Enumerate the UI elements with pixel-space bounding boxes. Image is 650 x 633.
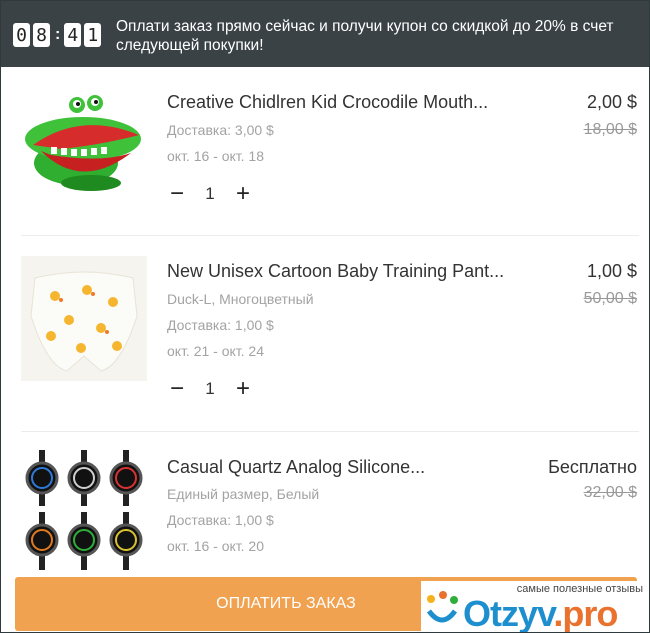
delivery-dates: окт. 21 - окт. 24	[167, 343, 265, 359]
cart-item[interactable]: Casual Quartz Analog Silicone... Бесплат…	[1, 432, 649, 577]
shipping-cost: Доставка: 3,00 $	[167, 122, 274, 138]
quantity-value: 1	[205, 184, 215, 203]
plus-icon[interactable]: +	[233, 182, 253, 206]
product-title[interactable]: Creative Chidlren Kid Crocodile Mouth...	[167, 92, 527, 113]
timer-digit: 0	[13, 23, 30, 47]
quantity-stepper: − 1 +	[167, 377, 253, 401]
timer-digit: 4	[64, 23, 82, 47]
product-variant: Duck-L, Многоцветный	[167, 291, 314, 307]
countdown-timer: 0 8 : 4 1	[13, 23, 104, 47]
watermark-logo-main: Otzyv	[463, 593, 554, 633]
delivery-dates: окт. 16 - окт. 18	[167, 148, 265, 164]
plus-icon[interactable]: +	[233, 377, 253, 401]
cart-item[interactable]: Creative Chidlren Kid Crocodile Mouth...…	[1, 67, 649, 235]
product-old-price: 50,00 $	[583, 290, 637, 307]
watermark-logo: Otzyv.pro	[463, 593, 618, 633]
watermark-logo-icon	[426, 591, 458, 623]
watermark-logo-dot: .pro	[553, 593, 618, 633]
product-image-baby-pants[interactable]	[21, 256, 147, 381]
quantity-stepper: − 1 +	[167, 182, 253, 206]
timer-digit: 1	[84, 23, 102, 47]
minus-icon[interactable]: −	[167, 182, 187, 206]
shipping-cost: Доставка: 1,00 $	[167, 317, 274, 333]
watermark: самые полезные отзывы Otzyv.pro	[421, 581, 649, 632]
product-price: 1,00 $	[586, 261, 637, 281]
timer-colon: :	[55, 26, 61, 43]
timer-digit: 8	[33, 23, 50, 47]
cart-item[interactable]: New Unisex Cartoon Baby Training Pant...…	[1, 236, 649, 431]
delivery-dates: окт. 16 - окт. 20	[167, 538, 265, 554]
product-image-watches[interactable]	[21, 450, 147, 570]
promo-banner: 0 8 : 4 1 Оплати заказ прямо сейчас и по…	[1, 1, 649, 67]
product-title[interactable]: New Unisex Cartoon Baby Training Pant...	[167, 261, 547, 282]
promo-message: Оплати заказ прямо сейчас и получи купон…	[116, 18, 614, 54]
product-price: 2,00 $	[586, 92, 637, 112]
shipping-cost: Доставка: 1,00 $	[167, 512, 274, 528]
minus-icon[interactable]: −	[167, 377, 187, 401]
product-price: Бесплатно	[548, 457, 637, 477]
product-title[interactable]: Casual Quartz Analog Silicone...	[167, 457, 507, 478]
product-image-crocodile[interactable]	[21, 91, 147, 199]
product-old-price: 18,00 $	[583, 121, 637, 138]
cart-screen: 0 8 : 4 1 Оплати заказ прямо сейчас и по…	[0, 0, 650, 633]
product-old-price: 32,00 $	[583, 484, 637, 501]
product-variant: Единый размер, Белый	[167, 486, 320, 502]
quantity-value: 1	[205, 379, 215, 398]
